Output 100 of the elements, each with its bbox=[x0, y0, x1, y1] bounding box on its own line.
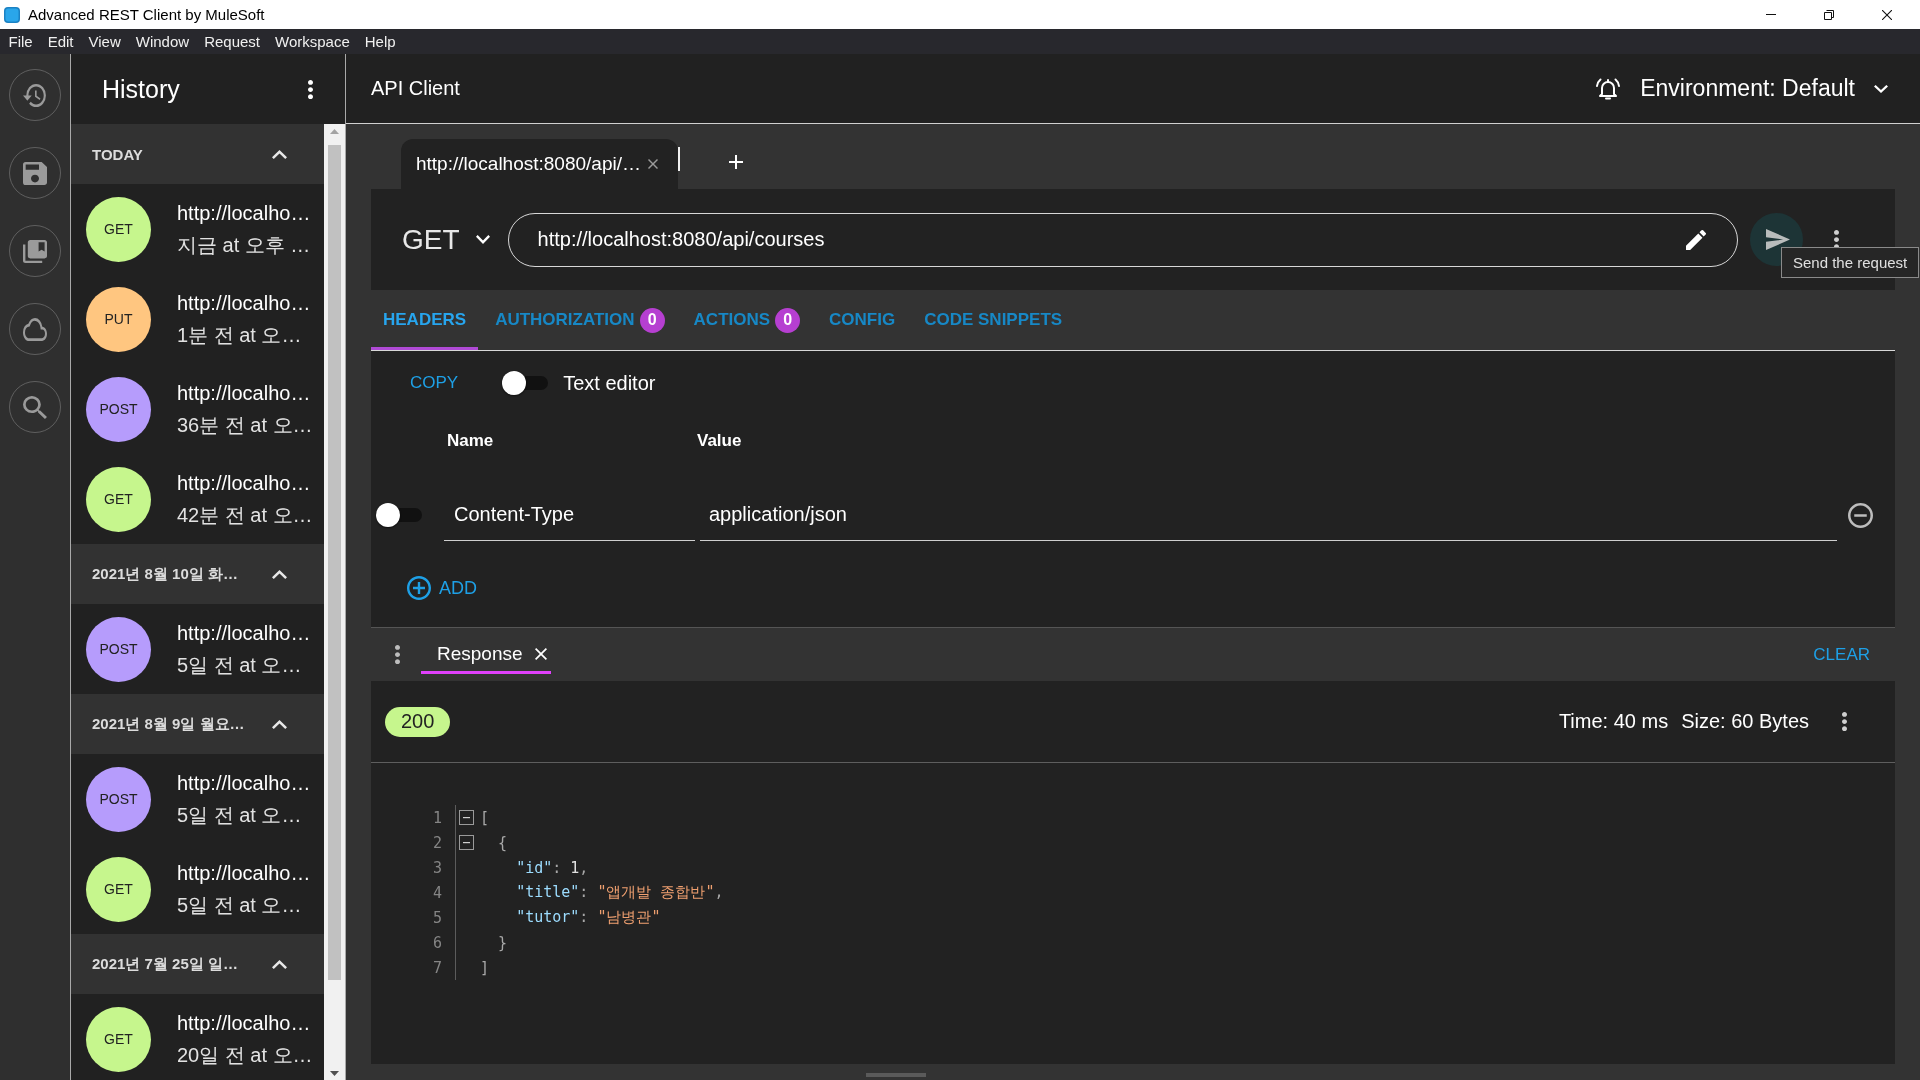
method-avatar: GET bbox=[86, 856, 151, 922]
more-icon[interactable] bbox=[395, 645, 400, 664]
environment-dropdown[interactable]: Environment: Default bbox=[1640, 75, 1888, 102]
history-url[interactable]: http://localho… bbox=[177, 769, 311, 797]
method-avatar: GET bbox=[86, 466, 151, 532]
code-line: } bbox=[498, 933, 508, 952]
menu-item[interactable]: Edit bbox=[40, 29, 82, 54]
more-icon[interactable] bbox=[308, 79, 313, 99]
history-time: 지금 at 오후 … bbox=[177, 233, 311, 258]
method-dropdown[interactable]: GET bbox=[402, 223, 490, 256]
scrollbar[interactable] bbox=[324, 124, 345, 1080]
scroll-down-icon[interactable] bbox=[330, 1071, 339, 1076]
section-label: 2021년 8월 9일 월요… bbox=[92, 714, 245, 734]
code-line: "tutor": "남병관" bbox=[516, 908, 661, 927]
response-time: Time: 40 ms bbox=[1558, 710, 1669, 733]
code-line: "id": 1, bbox=[516, 858, 589, 877]
history-url[interactable]: http://localho… bbox=[177, 859, 311, 887]
tab[interactable]: ACTIONS 0 bbox=[681, 290, 813, 350]
history-time: 1분 전 at 오… bbox=[177, 323, 303, 348]
request-tab[interactable]: http://localhost:8080/api/… bbox=[401, 139, 678, 189]
tooltip: Send the request bbox=[1781, 247, 1920, 278]
line-number: 1 bbox=[431, 808, 442, 827]
send-icon bbox=[1765, 229, 1790, 250]
toggle-switch[interactable] bbox=[376, 503, 422, 527]
app-icon bbox=[4, 6, 20, 23]
header-name-field[interactable]: Content-Type bbox=[444, 489, 695, 541]
section-header[interactable]: TODAY bbox=[71, 124, 324, 184]
menu-item[interactable]: Help bbox=[357, 29, 404, 54]
history-url[interactable]: http://localho… bbox=[177, 469, 313, 497]
chevron-down-icon[interactable] bbox=[1874, 84, 1888, 93]
method-avatar: PUT bbox=[86, 286, 151, 352]
close-icon[interactable] bbox=[1882, 9, 1892, 20]
cloud-icon bbox=[23, 317, 47, 341]
column-header: Name bbox=[447, 431, 495, 451]
code-line: ] bbox=[480, 958, 490, 977]
response-size: Size: 60 Bytes bbox=[1681, 710, 1809, 733]
method-avatar: POST bbox=[86, 616, 151, 682]
pencil-icon[interactable] bbox=[1685, 229, 1706, 250]
line-number: 5 bbox=[431, 908, 442, 927]
line-number: 2 bbox=[431, 833, 442, 852]
menu-item[interactable]: Window bbox=[128, 29, 197, 54]
chevron-up-icon[interactable] bbox=[272, 719, 287, 729]
menu-item[interactable]: Workspace bbox=[267, 29, 358, 54]
minus-square-icon[interactable] bbox=[459, 810, 474, 825]
history-url[interactable]: http://localho… bbox=[177, 1009, 313, 1037]
section-header[interactable]: 2021년 8월 9일 월요… bbox=[71, 694, 324, 754]
history-time: 20일 전 at 오… bbox=[177, 1043, 313, 1068]
chevron-up-icon[interactable] bbox=[272, 149, 287, 159]
line-number: 4 bbox=[431, 883, 442, 902]
copy-button[interactable]: COPY bbox=[402, 367, 467, 399]
line-number: 6 bbox=[431, 933, 442, 952]
line-number: 3 bbox=[431, 858, 442, 877]
method-avatar: POST bbox=[86, 766, 151, 832]
history-time: 42분 전 at 오… bbox=[177, 503, 313, 528]
toggle-label: Text editor bbox=[563, 371, 656, 395]
bookmark-pages-icon bbox=[23, 239, 47, 263]
section-header[interactable]: 2021년 7월 25일 일… bbox=[71, 934, 324, 994]
plus-icon[interactable] bbox=[729, 155, 743, 169]
menu-item[interactable]: View bbox=[81, 29, 129, 54]
code-line: "title": "앱개발 종합반", bbox=[516, 883, 724, 902]
history-url[interactable]: http://localho… bbox=[177, 379, 313, 407]
history-time: 5일 전 at 오… bbox=[177, 803, 303, 828]
response-tab[interactable]: Response bbox=[421, 635, 551, 674]
status-badge: 200 bbox=[385, 706, 451, 737]
search-icon bbox=[23, 395, 47, 419]
clear-button[interactable]: CLEAR bbox=[1813, 644, 1870, 665]
chevron-down-icon[interactable] bbox=[475, 235, 490, 244]
bell-icon[interactable] bbox=[1595, 76, 1622, 101]
close-icon[interactable] bbox=[648, 159, 658, 169]
history-icon bbox=[23, 83, 47, 107]
method-avatar: GET bbox=[86, 196, 151, 262]
menu-item[interactable]: File bbox=[1, 29, 41, 54]
restore-icon[interactable] bbox=[1824, 9, 1834, 20]
window-title: Advanced REST Client by MuleSoft bbox=[28, 6, 266, 23]
chevron-up-icon[interactable] bbox=[272, 569, 287, 579]
section-label: TODAY bbox=[92, 145, 143, 163]
minus-square-icon[interactable] bbox=[459, 835, 474, 850]
save-icon bbox=[23, 161, 47, 185]
scrollbar-thumb[interactable] bbox=[328, 145, 341, 980]
scrollbar-thumb[interactable] bbox=[866, 1073, 926, 1077]
chevron-up-icon[interactable] bbox=[272, 959, 287, 969]
more-icon[interactable] bbox=[1842, 712, 1847, 731]
menu-item[interactable]: Request bbox=[196, 29, 268, 54]
count-badge: 0 bbox=[639, 307, 665, 333]
tab[interactable]: AUTHORIZATION 0 bbox=[483, 290, 677, 350]
section-header[interactable]: 2021년 8월 10일 화… bbox=[71, 544, 324, 604]
close-icon[interactable] bbox=[534, 647, 547, 660]
toggle-switch[interactable] bbox=[502, 371, 549, 395]
header-value-field[interactable]: application/json bbox=[700, 489, 1837, 541]
history-time: 5일 전 at 오… bbox=[177, 893, 303, 918]
history-url[interactable]: http://localho… bbox=[177, 199, 311, 227]
history-url[interactable]: http://localho… bbox=[177, 619, 311, 647]
history-url[interactable]: http://localho… bbox=[177, 289, 311, 317]
method-avatar: POST bbox=[86, 376, 151, 442]
panel-title: History bbox=[102, 74, 180, 104]
column-header: Value bbox=[697, 431, 742, 451]
history-time: 36분 전 at 오… bbox=[177, 413, 313, 438]
section-label: 2021년 7월 25일 일… bbox=[92, 954, 238, 974]
history-time: 5일 전 at 오… bbox=[177, 653, 303, 678]
add-header-button[interactable]: ADD bbox=[407, 576, 477, 600]
